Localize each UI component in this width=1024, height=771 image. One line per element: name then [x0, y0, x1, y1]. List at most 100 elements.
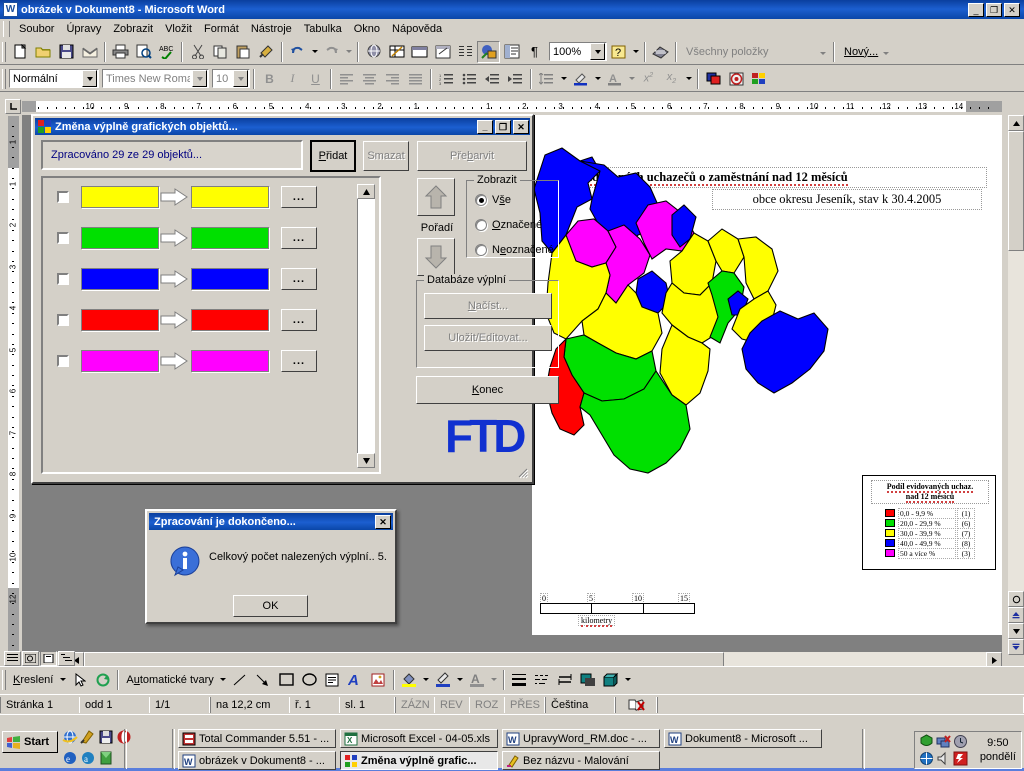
taskbar-button-malovani[interactable]: Bez názvu - Malování: [502, 751, 660, 770]
bulleted-list-icon[interactable]: [458, 68, 481, 90]
undo-icon[interactable]: [286, 41, 309, 63]
font-combo[interactable]: Times New Roman: [102, 69, 209, 88]
select-browse-object-button[interactable]: [1008, 591, 1024, 607]
subscript-icon[interactable]: x2: [660, 68, 683, 90]
dash-style-icon[interactable]: [531, 669, 554, 691]
font-color-icon[interactable]: A: [466, 669, 489, 691]
paste-icon[interactable]: [232, 41, 255, 63]
dialog-close-button[interactable]: ✕: [513, 120, 529, 134]
antivirus-icon[interactable]: [953, 751, 968, 766]
taskbar-button-excel[interactable]: X Microsoft Excel - 04-05.xls: [340, 729, 498, 748]
print-layout-view-button[interactable]: [40, 651, 57, 666]
document-map-icon[interactable]: [500, 41, 523, 63]
web-layout-view-button[interactable]: [22, 651, 39, 666]
free-rotate-icon[interactable]: [91, 669, 114, 691]
status-language[interactable]: Čeština: [545, 697, 615, 713]
font-color-icon[interactable]: A: [603, 68, 626, 90]
ie2-icon[interactable]: e: [62, 750, 79, 767]
fill-list-panel[interactable]: ... ... ...: [41, 176, 381, 474]
chevron-down-icon[interactable]: [218, 669, 229, 691]
volume-icon[interactable]: [936, 751, 951, 766]
internet-explorer-icon[interactable]: [62, 729, 79, 746]
fill-row-checkbox[interactable]: [57, 355, 69, 367]
order-objects-icon[interactable]: [702, 68, 725, 90]
horizontal-ruler[interactable]: 109876543211234567891011121314: [22, 99, 1002, 114]
fill-source-swatch[interactable]: [81, 268, 159, 290]
font-size-combo[interactable]: 10: [212, 69, 250, 88]
dialog-maximize-button[interactable]: ❐: [495, 120, 511, 134]
print-preview-icon[interactable]: [132, 41, 155, 63]
redo-icon[interactable]: [320, 41, 343, 63]
scroll-down-button[interactable]: [357, 453, 375, 468]
messagebox-ok-button[interactable]: OK: [233, 595, 308, 617]
chevron-down-icon[interactable]: [592, 68, 603, 90]
oval-icon[interactable]: [298, 669, 321, 691]
email-icon[interactable]: [78, 41, 101, 63]
taskbar-button-dokument8[interactable]: W Dokument8 - Microsoft ...: [664, 729, 822, 748]
underline-button[interactable]: U: [304, 68, 327, 90]
chevron-down-icon[interactable]: [590, 43, 605, 60]
clip-icon[interactable]: [649, 41, 672, 63]
scroll-down-button[interactable]: [1008, 623, 1024, 639]
spell-status-icon[interactable]: [615, 697, 657, 713]
chevron-down-icon[interactable]: [233, 70, 248, 87]
help-icon[interactable]: ?: [607, 41, 630, 63]
toolbar-options-icon[interactable]: [683, 68, 694, 90]
align-center-icon[interactable]: [358, 68, 381, 90]
dialog-minimize-button[interactable]: _: [477, 120, 493, 134]
redo-dropdown-icon[interactable]: [343, 41, 354, 63]
previous-page-button[interactable]: [1008, 607, 1024, 623]
notes-icon[interactable]: [98, 750, 115, 767]
fill-source-swatch[interactable]: [81, 350, 159, 372]
numbered-list-icon[interactable]: 123: [435, 68, 458, 90]
delete-button[interactable]: Smazat: [363, 141, 409, 171]
scroll-up-button[interactable]: [1008, 115, 1024, 131]
menu-item-zobrazit[interactable]: Zobrazit: [107, 21, 159, 37]
chevron-down-icon[interactable]: [192, 70, 207, 87]
exit-button[interactable]: Konec: [416, 376, 559, 404]
text-box-icon[interactable]: [321, 669, 344, 691]
cut-icon[interactable]: [186, 41, 209, 63]
radio-selected[interactable]: Označené: [475, 216, 554, 234]
menu-grip[interactable]: [3, 21, 10, 37]
align-right-icon[interactable]: [381, 68, 404, 90]
chevron-down-icon[interactable]: [623, 669, 634, 691]
line-color-icon[interactable]: [432, 669, 455, 691]
globe-icon[interactable]: [919, 751, 934, 766]
chevron-down-icon[interactable]: [558, 68, 569, 90]
align-left-icon[interactable]: [335, 68, 358, 90]
fill-options-button[interactable]: ...: [281, 186, 317, 208]
fill-target-swatch[interactable]: [191, 186, 269, 208]
open-folder-icon[interactable]: [32, 41, 55, 63]
autoshapes-menu-button[interactable]: Automatické tvary: [122, 674, 217, 686]
menu-item-okno[interactable]: Okno: [348, 21, 386, 37]
tray-clock[interactable]: 9:50 pondělí: [976, 736, 1021, 764]
style-combo[interactable]: Normální: [9, 69, 99, 88]
colors-icon[interactable]: [748, 68, 771, 90]
document-vertical-scrollbar[interactable]: [1008, 115, 1024, 655]
superscript-icon[interactable]: x2: [637, 68, 660, 90]
arrow-style-icon[interactable]: [554, 669, 577, 691]
menu-item-tabulka[interactable]: Tabulka: [298, 21, 348, 37]
clock-tray-icon[interactable]: [953, 734, 968, 749]
fill-list-scrollbar[interactable]: [357, 184, 375, 468]
fill-target-swatch[interactable]: [191, 309, 269, 331]
3d-icon[interactable]: [600, 669, 623, 691]
maximize-button[interactable]: ❐: [986, 3, 1002, 17]
taskbar-button-total-commander[interactable]: Total Commander 5.51 - ...: [178, 729, 336, 748]
rectangle-icon[interactable]: [275, 669, 298, 691]
dialog-resize-grip[interactable]: [517, 467, 529, 479]
fill-options-button[interactable]: ...: [281, 227, 317, 249]
fill-options-button[interactable]: ...: [281, 309, 317, 331]
undo-dropdown-icon[interactable]: [309, 41, 320, 63]
fill-change-dialog[interactable]: Změna výplně grafických objektů... _ ❐ ✕…: [31, 114, 534, 484]
insert-table-icon[interactable]: [408, 41, 431, 63]
tab-stop-selector[interactable]: [5, 99, 21, 114]
network-icon[interactable]: [936, 734, 951, 749]
justify-icon[interactable]: [404, 68, 427, 90]
outline-view-button[interactable]: [58, 651, 75, 666]
fill-row-checkbox[interactable]: [57, 273, 69, 285]
choropleth-map[interactable]: [532, 143, 862, 543]
taskbar-button-upravyword[interactable]: W UpravyWord_RM.doc - ...: [502, 729, 660, 748]
taskbar-button-zmena-vyplne[interactable]: Změna výplně grafic...: [340, 751, 498, 770]
